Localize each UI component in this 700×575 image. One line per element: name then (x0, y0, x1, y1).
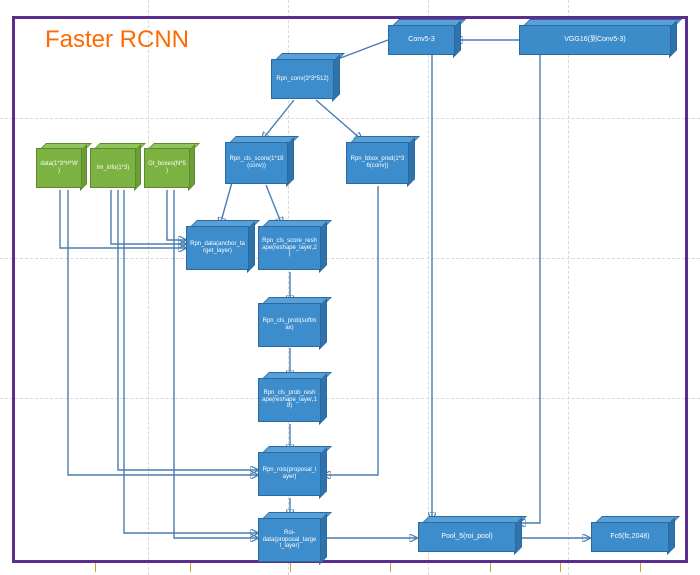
node-label: Rpn_cls_score_reshape(reshape_layer,2) (262, 238, 317, 259)
node-rpn-rois: Rpn_rois(proposal_layer) (258, 452, 321, 496)
node-fc6: Fc6(fc,2048) (591, 522, 669, 552)
axis-tick (95, 563, 96, 572)
node-im-info: Im_info(1*3) (90, 148, 136, 188)
diagram-frame (12, 16, 688, 563)
node-gt-boxes: Gt_boxes(N*5) (144, 148, 190, 188)
node-rpn-cls-reshape: Rpn_cls_score_reshape(reshape_layer,2) (258, 226, 321, 270)
node-vgg16: VGG16(到Conv5-3) (519, 25, 671, 55)
node-rpn-bbox-pred: Rpn_bbox_pred(1*36(conv)) (346, 142, 409, 184)
node-label: data(1*3*H*W) (40, 161, 78, 175)
axis-tick (640, 563, 641, 572)
node-rpn-cls-prob-reshape: Rpn_cls_prob_reshape(reshape_layer,18) (258, 378, 321, 422)
node-label: Rpn_cls_prob(softmax) (262, 318, 317, 332)
diagram-title: Faster RCNN (45, 26, 189, 54)
node-label: VGG16(到Conv5-3) (564, 36, 625, 44)
node-label: Rpn_rois(proposal_layer) (262, 467, 317, 481)
node-label: Rpn_bbox_pred(1*36(conv)) (350, 156, 405, 170)
node-rpn-conv: Rpn_conv(3*3*512) (271, 59, 334, 99)
node-rpn-cls-prob: Rpn_cls_prob(softmax) (258, 303, 321, 347)
node-label: Rpn_cls_prob_reshape(reshape_layer,18) (262, 390, 317, 411)
node-label: Im_info(1*3) (97, 165, 130, 172)
node-roi-data: Roi-data(proposal_target_layer) (258, 518, 321, 562)
axis-tick (290, 563, 291, 572)
axis-tick (560, 563, 561, 572)
node-rpn-cls-score: Rpn_cls_score(1*18(conv)) (225, 142, 288, 184)
node-label: Conv5-3 (408, 36, 434, 44)
node-label: Gt_boxes(N*5) (148, 161, 186, 175)
axis-tick (490, 563, 491, 572)
node-label: Pool_5(roi_pool) (441, 533, 492, 541)
node-label: Rpn_data(anchor_target_layer) (190, 241, 245, 255)
node-label: Rpn_conv(3*3*512) (276, 76, 328, 83)
node-label: Rpn_cls_score(1*18(conv)) (229, 156, 284, 170)
axis-tick (190, 563, 191, 572)
node-data: data(1*3*H*W) (36, 148, 82, 188)
node-label: Roi-data(proposal_target_layer) (262, 530, 317, 551)
node-rpn-data: Rpn_data(anchor_target_layer) (186, 226, 249, 270)
axis-tick (390, 563, 391, 572)
node-conv53: Conv5-3 (388, 25, 455, 55)
node-pool5: Pool_5(roi_pool) (418, 522, 516, 552)
node-label: Fc6(fc,2048) (610, 533, 649, 541)
